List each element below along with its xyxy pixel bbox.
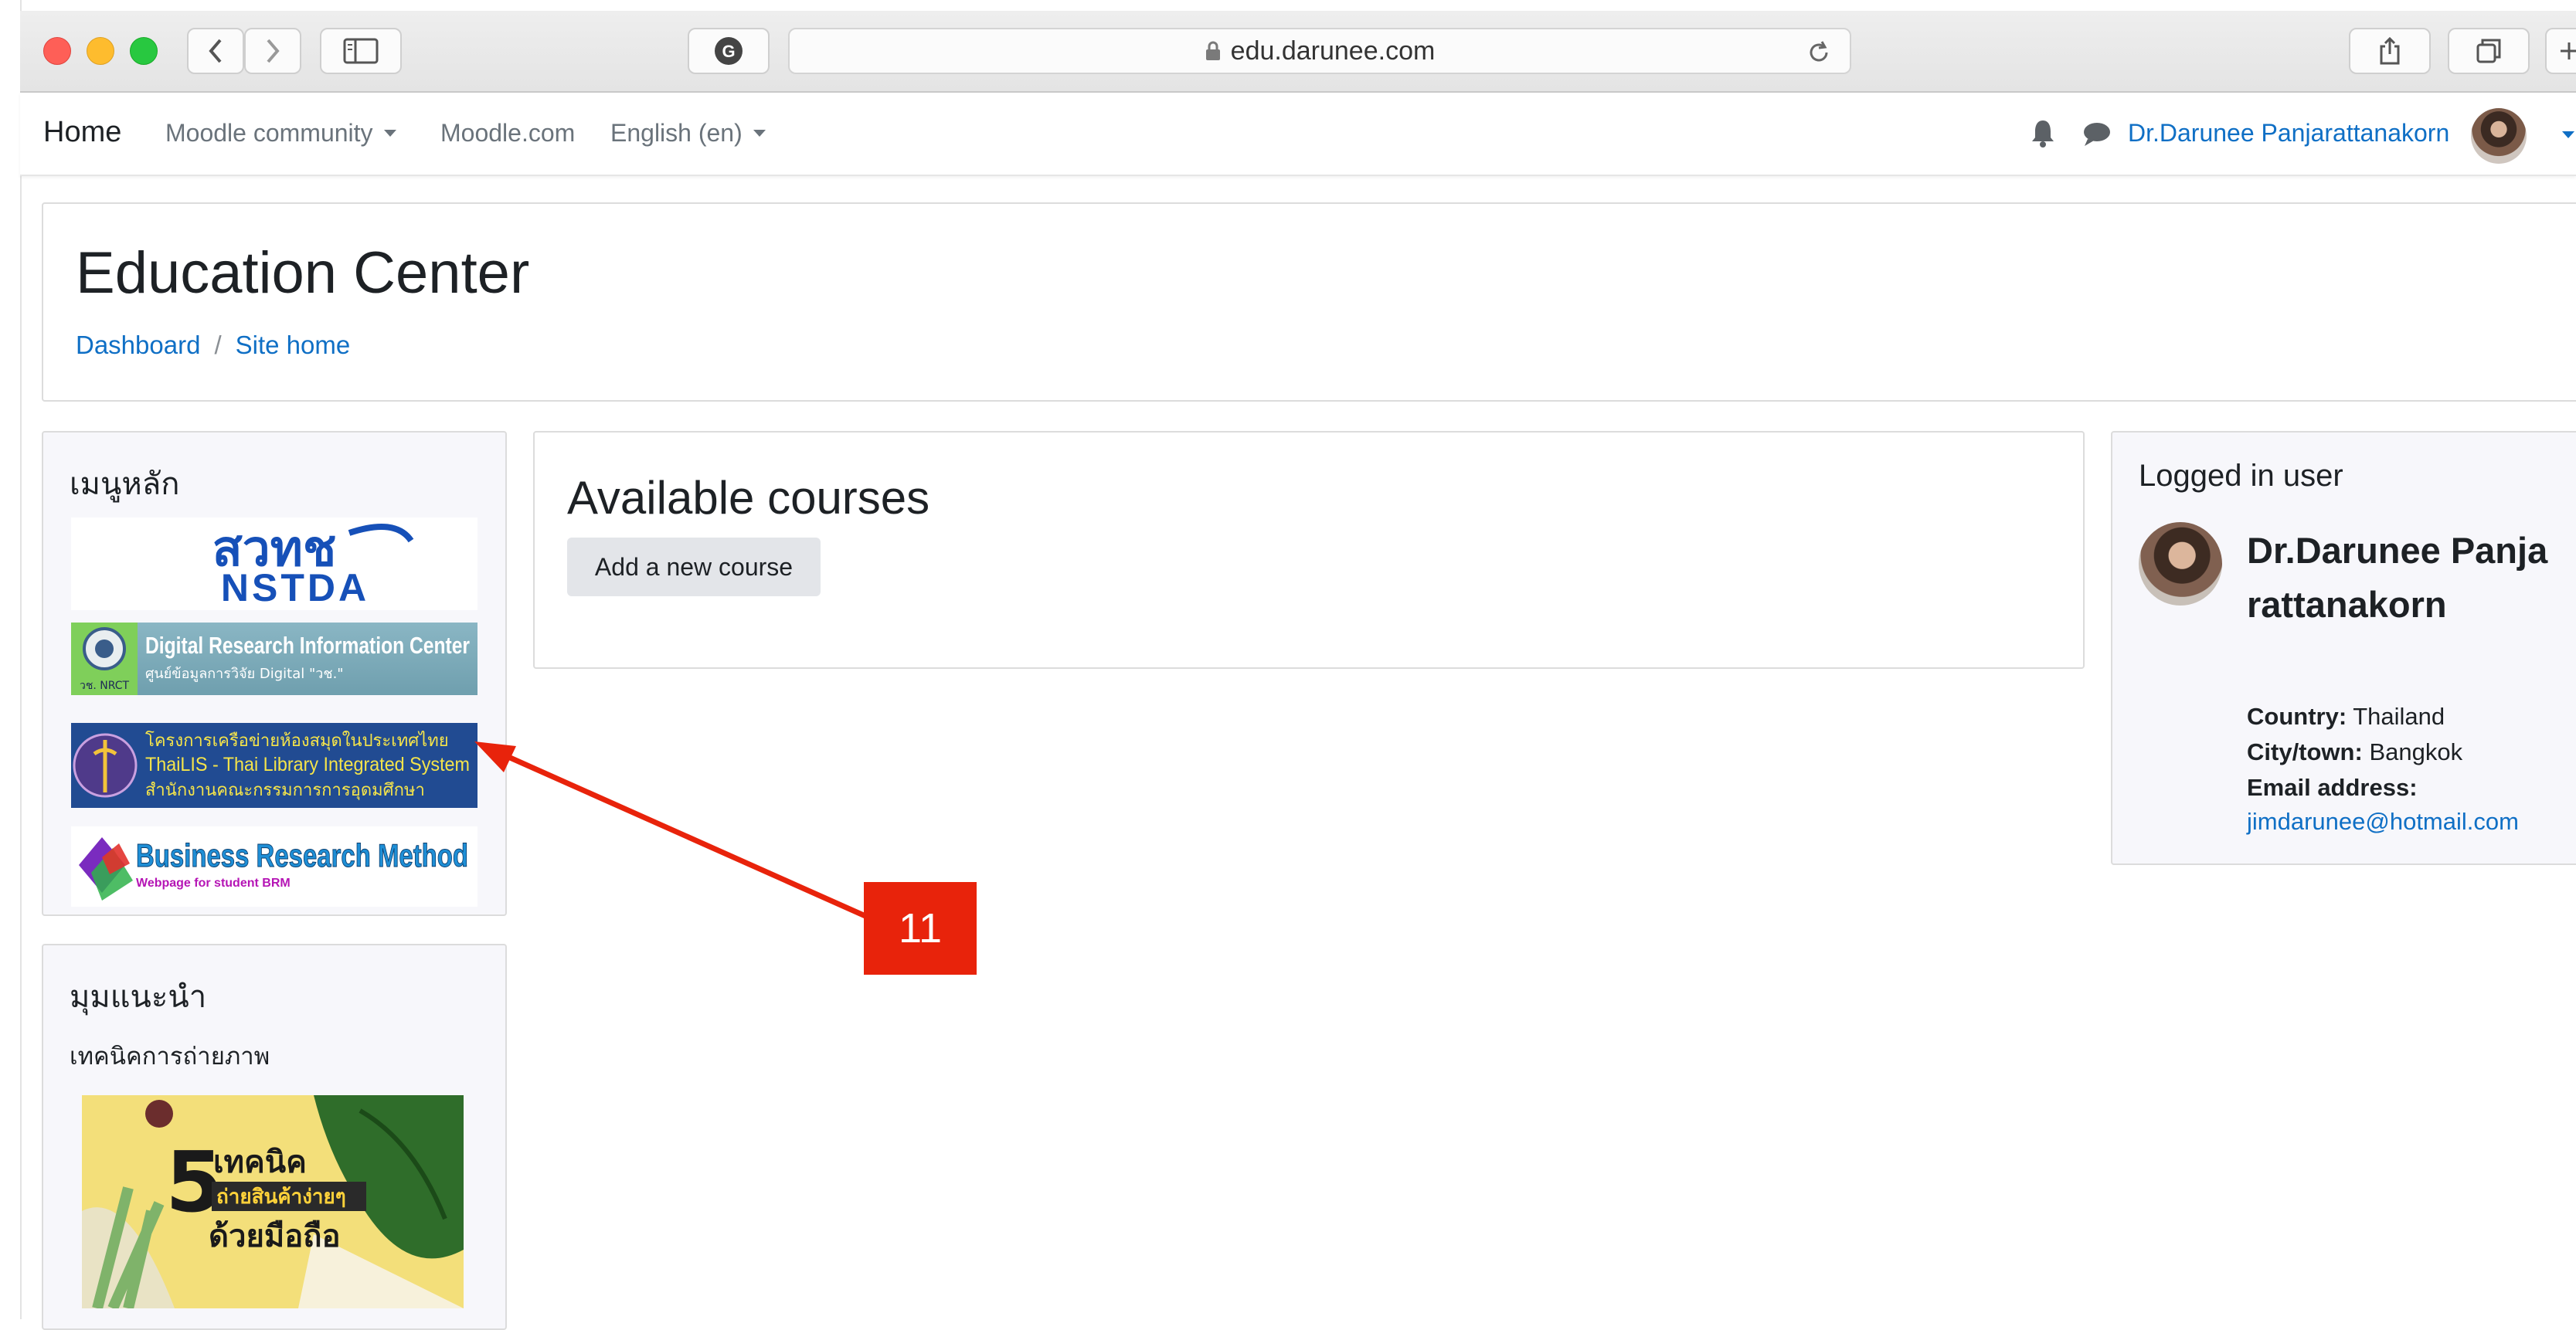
add-new-course-button[interactable]: Add a new course bbox=[567, 538, 821, 596]
breadcrumb-site-home[interactable]: Site home bbox=[236, 331, 351, 360]
sidebar-icon bbox=[343, 38, 379, 64]
reload-icon[interactable] bbox=[1805, 39, 1833, 66]
browser-toolbar: G edu.darunee.com bbox=[20, 11, 2576, 93]
user-menu-caret-icon[interactable] bbox=[2562, 131, 2574, 138]
lock-icon bbox=[1205, 41, 1220, 60]
breadcrumb-separator: / bbox=[214, 331, 222, 359]
back-button[interactable] bbox=[187, 28, 244, 74]
user-menu-name[interactable]: Dr.Darunee Panjarattanakorn bbox=[2128, 119, 2449, 148]
country-label: Country: bbox=[2247, 703, 2347, 730]
business-research-logo-link[interactable]: Business Research Method Webpage for stu… bbox=[71, 826, 477, 907]
city-label: City/town: bbox=[2247, 738, 2363, 765]
breadcrumb-dashboard[interactable]: Dashboard bbox=[76, 331, 200, 360]
thailis-line3: สำนักงานคณะกรรมการการอุดมศึกษา bbox=[145, 781, 425, 800]
page-title: Education Center bbox=[76, 240, 530, 306]
recommend-block: มุมแนะนำ เทคนิคการถ่ายภาพ 5 เทคนิค ถ่ายส… bbox=[42, 944, 507, 1330]
address-bar[interactable]: edu.darunee.com bbox=[788, 28, 1851, 74]
user-email-label-row: Email address: bbox=[2247, 774, 2418, 802]
svg-text:G: G bbox=[722, 42, 735, 61]
caret-down-icon bbox=[383, 130, 396, 137]
nav-item-label: Moodle community bbox=[165, 119, 373, 147]
available-courses-section: Available courses Add a new course bbox=[533, 431, 2085, 669]
city-value: Bangkok bbox=[2369, 738, 2463, 765]
banner-line3: ด้วยมือถือ bbox=[209, 1219, 341, 1254]
photo-technique-banner[interactable]: 5 เทคนิค ถ่ายสินค้าง่ายๆ ด้วยมือถือ bbox=[82, 1095, 464, 1308]
tabs-icon bbox=[2476, 39, 2501, 63]
thailis-logo-link[interactable]: โครงการเครือข่ายห้องสมุดในประเทศไทย Thai… bbox=[71, 723, 477, 808]
brm-subtitle-text: Webpage for student BRM bbox=[136, 877, 291, 890]
chevron-right-icon bbox=[267, 39, 280, 63]
thailis-line2: ThaiLIS - Thai Library Integrated System bbox=[145, 754, 470, 775]
annotation-step-number: 11 bbox=[864, 882, 977, 975]
extension-button[interactable]: G bbox=[688, 28, 770, 74]
user-profile-picture[interactable] bbox=[2139, 522, 2222, 606]
nav-language-dropdown[interactable]: English (en) bbox=[610, 119, 766, 148]
page-header: Education Center Dashboard / Site home bbox=[42, 202, 2576, 402]
user-country-row: Country: Thailand bbox=[2247, 703, 2445, 731]
user-full-name[interactable]: Dr.Darunee Panjarattanakorn bbox=[2247, 524, 2556, 632]
logged-in-user-block: Logged in user Dr.Darunee Panjarattanako… bbox=[2111, 431, 2576, 865]
nstda-logo: สวทช NSTDA bbox=[212, 521, 414, 609]
nav-item-label: English (en) bbox=[610, 119, 743, 147]
breadcrumb: Dashboard / Site home bbox=[76, 331, 350, 360]
window-edge bbox=[0, 0, 22, 1319]
recommend-subtitle: เทคนิคการถ่ายภาพ bbox=[70, 1043, 270, 1070]
dric-badge-text: วช. NRCT bbox=[80, 680, 130, 692]
banner-image: 5 เทคนิค ถ่ายสินค้าง่ายๆ ด้วยมือถือ bbox=[82, 1095, 464, 1308]
chevron-left-icon bbox=[209, 39, 222, 63]
thailis-logo: โครงการเครือข่ายห้องสมุดในประเทศไทย Thai… bbox=[73, 731, 470, 800]
block-title: Logged in user bbox=[2139, 459, 2343, 493]
share-icon bbox=[2380, 36, 2400, 65]
dric-logo-link[interactable]: วช. NRCT Digital Research Information Ce… bbox=[71, 623, 477, 695]
nav-home-link[interactable]: Home bbox=[43, 116, 121, 149]
forward-button[interactable] bbox=[244, 28, 301, 74]
banner-line1: เทคนิค bbox=[213, 1145, 307, 1180]
new-tab-button[interactable] bbox=[2545, 28, 2576, 74]
brm-title-text: Business Research Method bbox=[136, 837, 468, 874]
block-title: เมนูหลัก bbox=[70, 467, 180, 501]
tabs-overview-button[interactable] bbox=[2448, 28, 2530, 74]
minimize-window-button[interactable] bbox=[87, 37, 114, 65]
nav-moodle-com-link[interactable]: Moodle.com bbox=[440, 119, 575, 148]
sidebar-toggle-button[interactable] bbox=[320, 28, 402, 74]
caret-down-icon bbox=[753, 130, 766, 137]
nav-item-label: Moodle.com bbox=[440, 119, 576, 147]
user-avatar[interactable] bbox=[2471, 108, 2527, 164]
main-menu-block: เมนูหลัก สวทช NSTDA วช. NRCT Digital Res… bbox=[42, 431, 507, 916]
url-text: edu.darunee.com bbox=[1230, 36, 1436, 66]
nstda-logo-link[interactable]: สวทช NSTDA bbox=[71, 517, 477, 610]
thailis-line1: โครงการเครือข่ายห้องสมุดในประเทศไทย bbox=[145, 731, 449, 751]
close-window-button[interactable] bbox=[43, 37, 71, 65]
dric-subtitle-text: ศูนย์ข้อมูลการวิจัย Digital "วช." bbox=[145, 666, 344, 682]
block-title: มุมแนะนำ bbox=[70, 980, 207, 1014]
nstda-en-text: NSTDA bbox=[221, 566, 369, 609]
user-city-row: City/town: Bangkok bbox=[2247, 738, 2462, 766]
dric-title-text: Digital Research Information Center bbox=[145, 632, 470, 659]
business-research-logo: Business Research Method Webpage for stu… bbox=[79, 837, 469, 901]
courses-title: Available courses bbox=[567, 472, 930, 524]
plus-icon bbox=[2561, 42, 2576, 59]
nav-moodle-community-dropdown[interactable]: Moodle community bbox=[165, 119, 396, 148]
chat-icon[interactable] bbox=[2082, 120, 2112, 148]
bell-icon[interactable] bbox=[2029, 117, 2057, 148]
email-label: Email address: bbox=[2247, 774, 2418, 801]
grammarly-icon: G bbox=[715, 37, 743, 65]
site-navbar: Home Moodle community Moodle.com English… bbox=[20, 93, 2576, 176]
share-button[interactable] bbox=[2349, 28, 2431, 74]
dric-logo: วช. NRCT Digital Research Information Ce… bbox=[71, 623, 470, 695]
banner-line2: ถ่ายสินค้าง่ายๆ bbox=[216, 1186, 346, 1209]
country-value: Thailand bbox=[2353, 703, 2445, 730]
zoom-window-button[interactable] bbox=[130, 37, 158, 65]
user-email-link[interactable]: jimdarunee@hotmail.com bbox=[2247, 808, 2519, 836]
